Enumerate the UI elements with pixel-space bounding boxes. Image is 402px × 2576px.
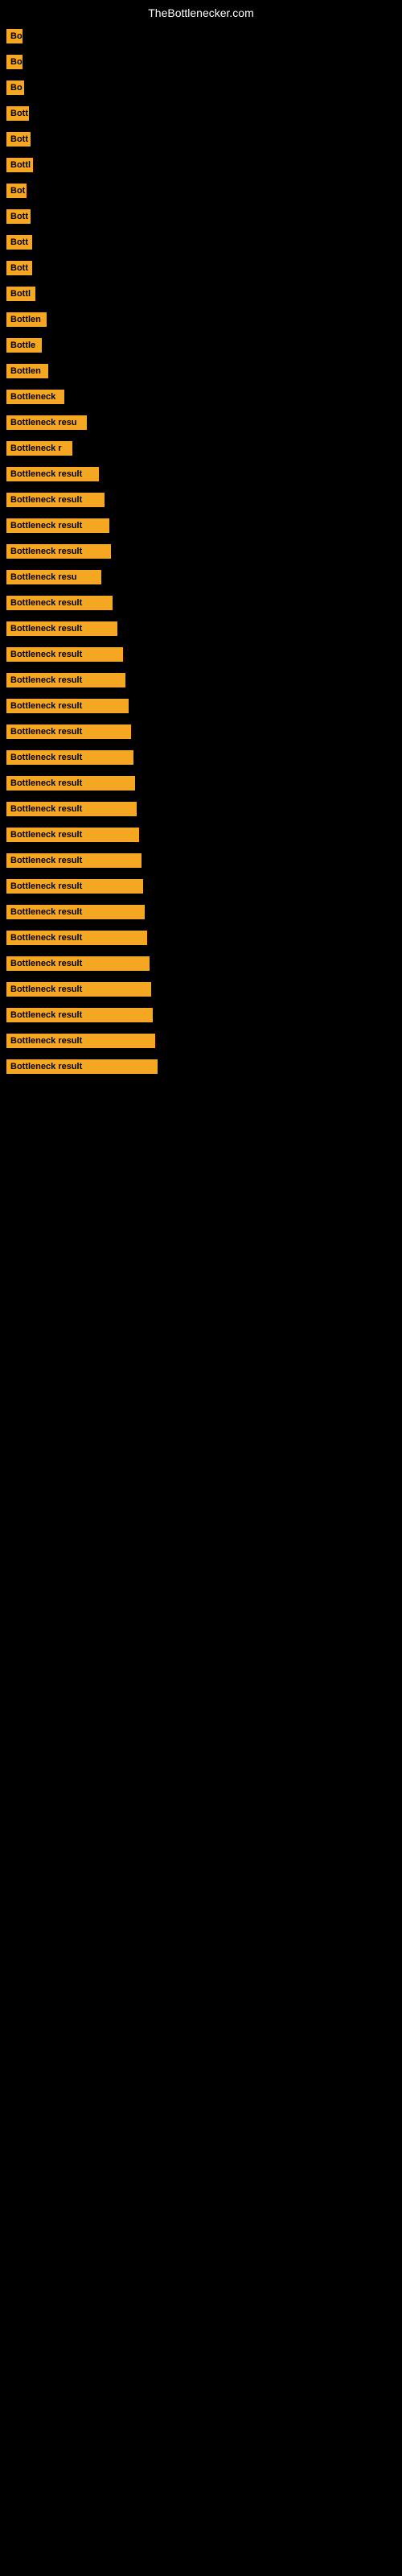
item-label: Bottleneck result bbox=[6, 1008, 153, 1022]
list-item: Bottl bbox=[0, 153, 402, 177]
list-item: Bo bbox=[0, 24, 402, 48]
list-item: Bottleneck result bbox=[0, 539, 402, 564]
list-item: Bottleneck result bbox=[0, 848, 402, 873]
list-item: Bottleneck result bbox=[0, 617, 402, 641]
list-item: Bott bbox=[0, 101, 402, 126]
list-item: Bo bbox=[0, 50, 402, 74]
item-label: Bottleneck bbox=[6, 390, 64, 404]
list-item: Bott bbox=[0, 230, 402, 254]
list-item: Bottleneck bbox=[0, 385, 402, 409]
list-item: Bottleneck resu bbox=[0, 411, 402, 435]
item-label: Bo bbox=[6, 80, 24, 95]
item-label: Bottleneck resu bbox=[6, 570, 101, 584]
list-item: Bottleneck result bbox=[0, 900, 402, 924]
item-label: Bottleneck result bbox=[6, 1059, 158, 1074]
item-label: Bottleneck result bbox=[6, 596, 113, 610]
item-label: Bottleneck result bbox=[6, 879, 143, 894]
item-label: Bottleneck result bbox=[6, 621, 117, 636]
list-item: Bottleneck result bbox=[0, 1055, 402, 1079]
item-label: Bottleneck result bbox=[6, 853, 142, 868]
item-label: Bottleneck result bbox=[6, 802, 137, 816]
item-label: Bottleneck result bbox=[6, 673, 125, 687]
list-item: Bott bbox=[0, 127, 402, 151]
item-label: Bottleneck result bbox=[6, 699, 129, 713]
item-label: Bottleneck result bbox=[6, 647, 123, 662]
list-item: Bott bbox=[0, 204, 402, 229]
list-item: Bottleneck result bbox=[0, 642, 402, 667]
list-item: Bottleneck result bbox=[0, 926, 402, 950]
item-label: Bottleneck result bbox=[6, 776, 135, 791]
list-item: Bottle bbox=[0, 333, 402, 357]
list-item: Bottleneck result bbox=[0, 745, 402, 770]
item-label: Bo bbox=[6, 29, 23, 43]
item-label: Bottle bbox=[6, 338, 42, 353]
site-title: TheBottlenecker.com bbox=[0, 0, 402, 23]
item-label: Bottleneck result bbox=[6, 828, 139, 842]
item-label: Bott bbox=[6, 261, 32, 275]
list-item: Bottleneck result bbox=[0, 514, 402, 538]
item-label: Bot bbox=[6, 184, 27, 198]
item-label: Bottleneck result bbox=[6, 750, 133, 765]
list-item: Bottleneck result bbox=[0, 694, 402, 718]
list-item: Bottleneck result bbox=[0, 1003, 402, 1027]
list-item: Bottleneck result bbox=[0, 462, 402, 486]
item-label: Bott bbox=[6, 132, 31, 147]
list-item: Bo bbox=[0, 76, 402, 100]
list-item: Bottleneck result bbox=[0, 1029, 402, 1053]
item-label: Bottlen bbox=[6, 364, 48, 378]
item-label: Bottl bbox=[6, 158, 33, 172]
list-item: Bottleneck result bbox=[0, 797, 402, 821]
item-label: Bo bbox=[6, 55, 23, 69]
list-item: Bottleneck result bbox=[0, 771, 402, 795]
list-item: Bottleneck result bbox=[0, 488, 402, 512]
list-item: Bot bbox=[0, 179, 402, 203]
list-item: Bottlen bbox=[0, 308, 402, 332]
list-item: Bottlen bbox=[0, 359, 402, 383]
item-label: Bottl bbox=[6, 287, 35, 301]
item-label: Bottleneck result bbox=[6, 467, 99, 481]
item-label: Bottleneck result bbox=[6, 905, 145, 919]
item-label: Bott bbox=[6, 209, 31, 224]
list-item: Bottleneck result bbox=[0, 720, 402, 744]
item-label: Bottleneck result bbox=[6, 982, 151, 997]
list-item: Bott bbox=[0, 256, 402, 280]
list-item: Bottleneck result bbox=[0, 668, 402, 692]
list-item: Bottleneck r bbox=[0, 436, 402, 460]
list-item: Bottleneck result bbox=[0, 952, 402, 976]
items-list: Bo Bo Bo Bott Bott Bottl Bot Bott Bott Bott Bottl B… bbox=[0, 24, 402, 1079]
item-label: Bottleneck result bbox=[6, 1034, 155, 1048]
item-label: Bottleneck result bbox=[6, 544, 111, 559]
site-title-wrapper: TheBottlenecker.com bbox=[0, 0, 402, 23]
item-label: Bottleneck r bbox=[6, 441, 72, 456]
item-label: Bott bbox=[6, 106, 29, 121]
item-label: Bottleneck resu bbox=[6, 415, 87, 430]
item-label: Bottleneck result bbox=[6, 518, 109, 533]
item-label: Bottleneck result bbox=[6, 956, 150, 971]
item-label: Bottleneck result bbox=[6, 493, 105, 507]
item-label: Bottleneck result bbox=[6, 724, 131, 739]
item-label: Bottleneck result bbox=[6, 931, 147, 945]
list-item: Bottleneck result bbox=[0, 823, 402, 847]
list-item: Bottleneck result bbox=[0, 874, 402, 898]
list-item: Bottleneck result bbox=[0, 977, 402, 1001]
item-label: Bottlen bbox=[6, 312, 47, 327]
list-item: Bottleneck result bbox=[0, 591, 402, 615]
list-item: Bottl bbox=[0, 282, 402, 306]
list-item: Bottleneck resu bbox=[0, 565, 402, 589]
item-label: Bott bbox=[6, 235, 32, 250]
